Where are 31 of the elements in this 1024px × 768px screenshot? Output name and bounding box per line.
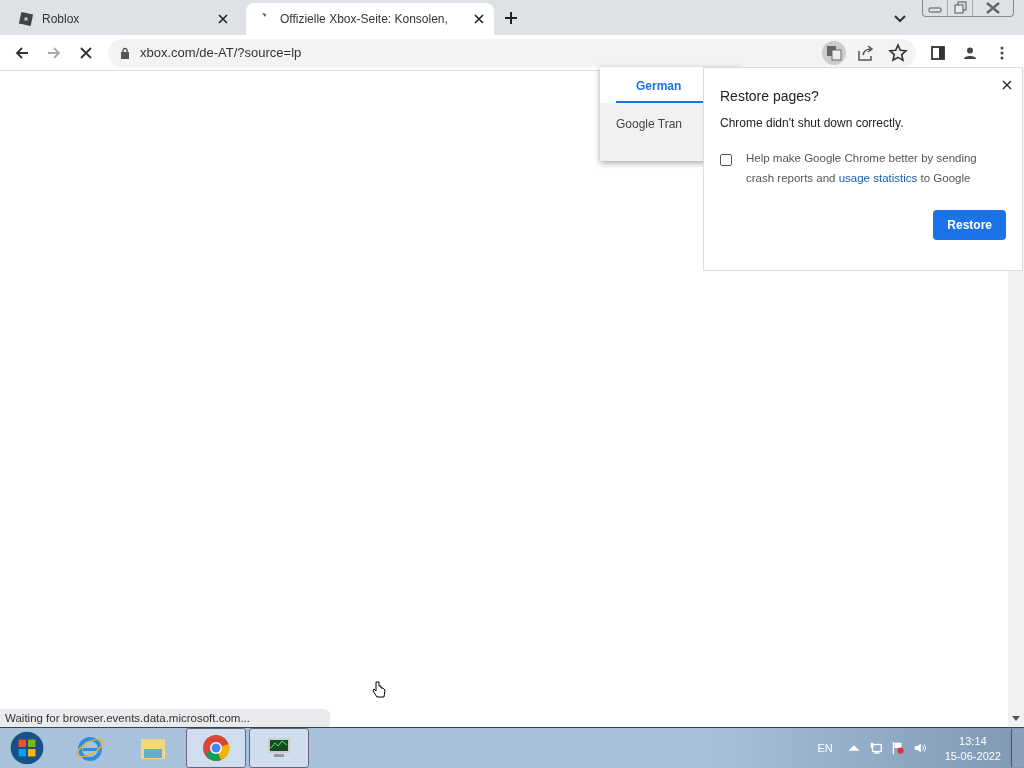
- browser-tab[interactable]: Roblox: [8, 3, 238, 35]
- hand-cursor-icon: [372, 681, 386, 699]
- clock-date[interactable]: 15-06-2022: [944, 749, 1001, 762]
- start-button[interactable]: [8, 729, 46, 767]
- checkbox-label: Help make Google Chrome better by sending crash reports and usage statistics to Google: [746, 151, 978, 186]
- clock-time[interactable]: 13:14: [959, 734, 987, 747]
- checkbox[interactable]: [720, 154, 732, 166]
- dialog-title: Restore pages?: [720, 88, 820, 104]
- translate-icon[interactable]: [822, 40, 846, 65]
- show-desktop-button[interactable]: [1011, 729, 1024, 767]
- new-tab-icon[interactable]: [504, 11, 518, 25]
- chevron-down-icon[interactable]: [894, 15, 906, 23]
- address-bar[interactable]: xbox.com/de-AT/?source=lp: [108, 38, 916, 67]
- chrome-icon: [201, 733, 231, 763]
- close-icon[interactable]: [1002, 80, 1012, 90]
- volume-icon[interactable]: [912, 741, 927, 755]
- url-text: xbox.com/de-AT/?source=lp: [140, 45, 302, 60]
- taskbar-app[interactable]: [249, 728, 309, 768]
- tab-title: Roblox: [42, 12, 81, 26]
- status-bar: Waiting for browser.events.data.microsoft.com...: [0, 709, 330, 727]
- close-icon[interactable]: [474, 14, 484, 24]
- taskbar-app[interactable]: [186, 728, 246, 768]
- flag-icon[interactable]: [890, 741, 905, 755]
- window-controls[interactable]: [922, 0, 1014, 17]
- lock-icon: [120, 46, 130, 59]
- browser-tab[interactable]: Offizielle Xbox-Seite: Konsolen,: [246, 3, 494, 35]
- usage-statistics-link[interactable]: usage statistics: [838, 172, 918, 184]
- scroll-down-icon[interactable]: [1012, 716, 1020, 721]
- close-icon[interactable]: [218, 14, 228, 24]
- restore-button[interactable]: Restore: [933, 210, 1006, 240]
- tab-title: Offizielle Xbox-Seite: Konsolen,: [280, 12, 449, 26]
